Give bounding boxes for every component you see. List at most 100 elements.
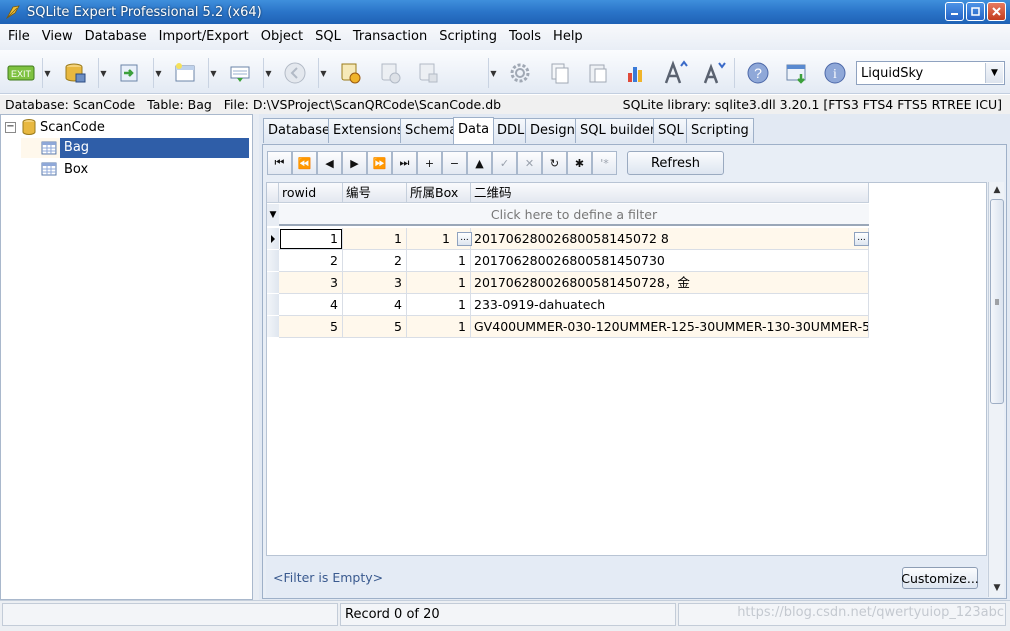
prior-record-button[interactable]: ◀: [317, 151, 342, 175]
settings-button[interactable]: [505, 58, 535, 88]
menu-object[interactable]: Object: [255, 24, 309, 50]
menu-scripting[interactable]: Scripting: [433, 24, 503, 50]
refresh-button[interactable]: Refresh: [627, 151, 724, 175]
font-decrease-button[interactable]: [699, 58, 729, 88]
new-table-dropdown[interactable]: ▼: [208, 58, 218, 88]
theme-select[interactable]: LiquidSky ▼: [856, 61, 1005, 85]
back-button[interactable]: [280, 58, 310, 88]
column-header-id[interactable]: 编号: [343, 183, 407, 203]
tab-data[interactable]: Data: [453, 117, 495, 144]
cancel-edit-button[interactable]: ✕: [517, 151, 542, 175]
grid-cell[interactable]: 1: [279, 228, 343, 250]
row-indicator[interactable]: [267, 228, 279, 250]
script-run-button[interactable]: [375, 58, 405, 88]
back-dropdown[interactable]: ▼: [318, 58, 328, 88]
grid-cell[interactable]: 4: [343, 294, 407, 316]
script-dropdown[interactable]: ▼: [488, 58, 498, 88]
grid-cell[interactable]: 233-0919-dahuatech: [471, 294, 869, 316]
menu-transaction[interactable]: Transaction: [347, 24, 433, 50]
exit-dropdown[interactable]: ▼: [42, 58, 52, 88]
data-grid[interactable]: rowid 编号 所属Box 二维码 ▼ Click here to defin…: [266, 182, 987, 556]
copy-button[interactable]: [545, 58, 575, 88]
column-header-qrcode[interactable]: 二维码: [471, 183, 869, 203]
font-increase-button[interactable]: [661, 58, 691, 88]
edit-table-dropdown[interactable]: ▼: [263, 58, 273, 88]
menu-help[interactable]: Help: [547, 24, 589, 50]
tab-database[interactable]: Database: [263, 118, 336, 143]
column-header-box[interactable]: 所属Box: [407, 183, 471, 203]
collapse-icon[interactable]: −: [5, 121, 16, 133]
last-record-button[interactable]: ⏭: [392, 151, 417, 175]
tree-node-scancode[interactable]: − ScanCode: [5, 117, 105, 137]
tab-sql-builder[interactable]: SQL builder: [575, 118, 661, 143]
refresh-record-button[interactable]: ↻: [542, 151, 567, 175]
script-stop-button[interactable]: [413, 58, 443, 88]
grid-cell[interactable]: GV400UMMER-030-120UMMER-125-30UMMER-130-…: [471, 316, 869, 338]
next-page-button[interactable]: ⏩: [367, 151, 392, 175]
delete-record-button[interactable]: −: [442, 151, 467, 175]
edit-record-button[interactable]: ▲: [467, 151, 492, 175]
chart-button[interactable]: [621, 58, 651, 88]
grid-cell[interactable]: 20170628002680058145072 8: [471, 228, 869, 250]
goto-bookmark-button[interactable]: '*: [592, 151, 617, 175]
column-header-rowid[interactable]: rowid: [279, 183, 343, 203]
menu-view[interactable]: View: [36, 24, 79, 50]
row-indicator[interactable]: [267, 250, 279, 272]
menu-sql[interactable]: SQL: [309, 24, 347, 50]
tab-sql[interactable]: SQL: [653, 118, 689, 143]
grid-cell[interactable]: 1: [407, 316, 471, 338]
tree-node-box[interactable]: Box: [21, 159, 249, 179]
scroll-thumb[interactable]: [990, 199, 1004, 404]
filter-row[interactable]: Click here to define a filter: [279, 204, 869, 226]
row-indicator[interactable]: [267, 316, 279, 338]
script-button[interactable]: [335, 58, 365, 88]
scroll-down-icon[interactable]: ▼: [989, 580, 1005, 596]
menu-tools[interactable]: Tools: [503, 24, 547, 50]
tab-scripting[interactable]: Scripting: [686, 118, 754, 143]
cell-ellipsis-button[interactable]: ...: [854, 232, 869, 246]
attach-button[interactable]: [115, 58, 145, 88]
grid-cell[interactable]: 1: [343, 228, 407, 250]
grid-cell[interactable]: 2: [279, 250, 343, 272]
menu-import-export[interactable]: Import/Export: [153, 24, 255, 50]
grid-cell[interactable]: 5: [343, 316, 407, 338]
prior-page-button[interactable]: ⏪: [292, 151, 317, 175]
minimize-button[interactable]: [945, 2, 964, 21]
grid-cell[interactable]: 1: [407, 272, 471, 294]
post-edit-button[interactable]: ✓: [492, 151, 517, 175]
tab-ddl[interactable]: DDL: [492, 118, 530, 143]
grid-cell[interactable]: 1: [407, 294, 471, 316]
paste-button[interactable]: [583, 58, 613, 88]
bookmark-button[interactable]: ✱: [567, 151, 592, 175]
tab-extensions[interactable]: Extensions: [328, 118, 409, 143]
grid-cell[interactable]: 2: [343, 250, 407, 272]
new-table-button[interactable]: [170, 58, 200, 88]
info-button[interactable]: i: [820, 58, 850, 88]
row-indicator[interactable]: [267, 272, 279, 294]
vertical-scrollbar[interactable]: ▲ ▼: [988, 182, 1004, 597]
filter-status[interactable]: <Filter is Empty>: [273, 570, 383, 585]
insert-record-button[interactable]: +: [417, 151, 442, 175]
open-database-button[interactable]: [60, 58, 90, 88]
grid-cell[interactable]: 201706280026800581450730: [471, 250, 869, 272]
chevron-down-icon[interactable]: ▼: [985, 63, 1003, 83]
grid-cell[interactable]: 1: [407, 250, 471, 272]
grid-cell[interactable]: 3: [279, 272, 343, 294]
grid-cell[interactable]: 5: [279, 316, 343, 338]
database-dropdown[interactable]: ▼: [98, 58, 108, 88]
help-button[interactable]: ?: [743, 58, 773, 88]
maximize-button[interactable]: [966, 2, 985, 21]
tab-design[interactable]: Design: [525, 118, 580, 143]
edit-table-button[interactable]: [225, 58, 255, 88]
exit-button[interactable]: EXIT: [5, 58, 37, 88]
grid-cell[interactable]: 3: [343, 272, 407, 294]
row-indicator[interactable]: [267, 294, 279, 316]
customize-button[interactable]: Customize...: [901, 567, 979, 589]
cell-ellipsis-button[interactable]: ...: [457, 232, 472, 246]
update-button[interactable]: [782, 58, 812, 88]
attach-dropdown[interactable]: ▼: [153, 58, 163, 88]
first-record-button[interactable]: ⏮: [267, 151, 292, 175]
grid-cell[interactable]: 201706280026800581450728，金: [471, 272, 869, 294]
tree-node-bag[interactable]: Bag: [21, 138, 249, 158]
next-record-button[interactable]: ▶: [342, 151, 367, 175]
